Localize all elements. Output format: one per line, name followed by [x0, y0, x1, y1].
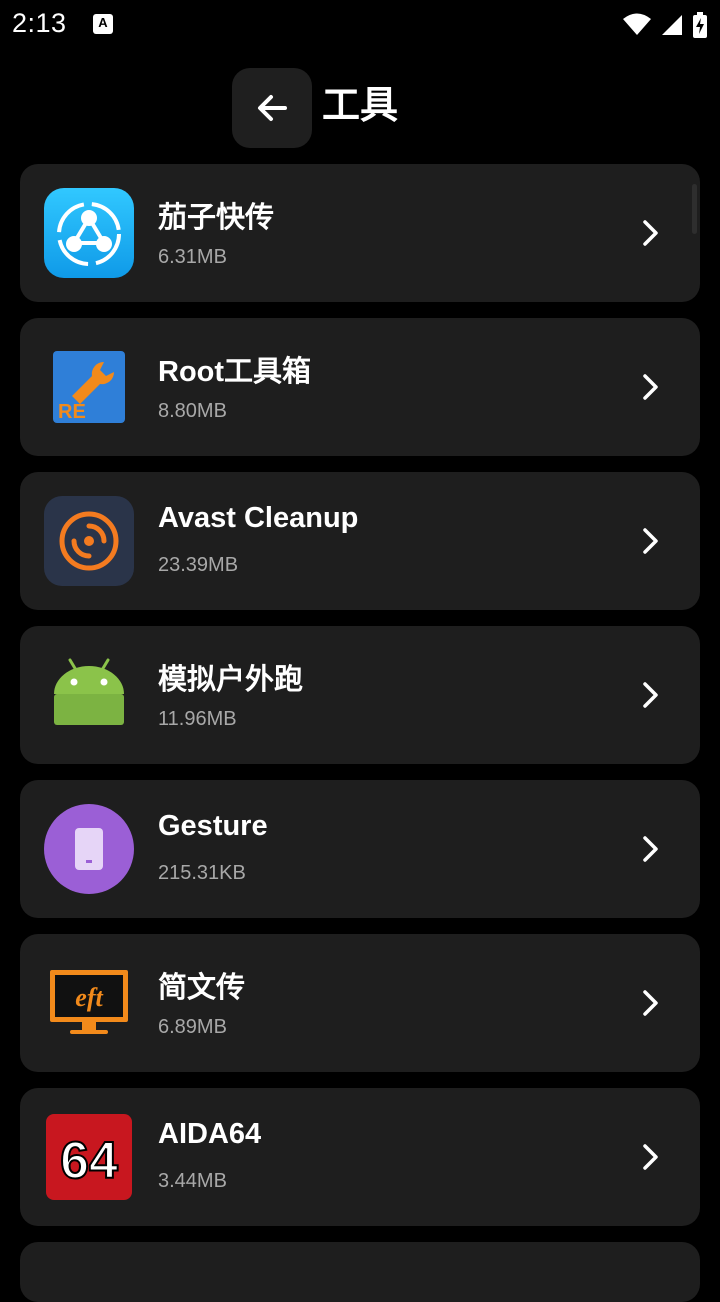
- android-icon: [54, 658, 124, 725]
- list-item[interactable]: RE Root工具箱 8.80MB: [20, 318, 700, 456]
- eft-monitor-icon: eft: [50, 970, 128, 1034]
- root-toolbox-icon: RE: [53, 351, 125, 423]
- app-name: Root工具箱: [158, 356, 312, 388]
- aida64-icon: 64: [46, 1114, 132, 1200]
- status-bar: 2:13 A: [0, 0, 720, 52]
- gesture-icon: [44, 804, 134, 894]
- arrow-left-icon: [258, 95, 287, 121]
- status-icons: [622, 12, 708, 38]
- app-name: Avast Cleanup: [158, 502, 359, 534]
- app-size: 215.31KB: [158, 862, 246, 884]
- list-item[interactable]: 茄子快传 6.31MB: [20, 164, 700, 302]
- list-item[interactable]: 64 AIDA64 3.44MB: [20, 1088, 700, 1226]
- battery-charging-icon: [693, 12, 707, 38]
- app-name: AIDA64: [158, 1118, 262, 1150]
- cell-signal-icon: [662, 15, 682, 35]
- list-item[interactable]: Gesture 215.31KB: [20, 780, 700, 918]
- chevron-right-icon: [643, 990, 658, 1016]
- chevron-right-icon: [643, 220, 658, 246]
- svg-text:RE: RE: [58, 401, 86, 423]
- svg-text:64: 64: [60, 1132, 118, 1190]
- svg-text:eft: eft: [75, 983, 103, 1012]
- list-item[interactable]: eft 简文传 6.89MB: [20, 934, 700, 1072]
- chevron-right-icon: [643, 374, 658, 400]
- list-item[interactable]: Avast Cleanup 23.39MB: [20, 472, 700, 610]
- avast-cleanup-icon: [44, 496, 134, 586]
- app-size: 3.44MB: [158, 1170, 227, 1192]
- list-item[interactable]: 模拟户外跑 11.96MB: [20, 626, 700, 764]
- shareit-icon: [44, 188, 134, 278]
- app-name: Gesture: [158, 810, 268, 842]
- list-item-partial[interactable]: [20, 1242, 700, 1302]
- chevron-right-icon: [643, 528, 658, 554]
- wifi-icon: [623, 13, 651, 35]
- app-size: 8.80MB: [158, 400, 227, 422]
- app-name: 模拟户外跑: [158, 664, 304, 696]
- app-size: 6.89MB: [158, 1016, 227, 1038]
- app-size: 6.31MB: [158, 246, 227, 268]
- back-button[interactable]: [232, 68, 312, 148]
- chevron-right-icon: [643, 1144, 658, 1170]
- chevron-right-icon: [643, 682, 658, 708]
- app-size: 23.39MB: [158, 554, 239, 576]
- status-time: 2:13: [12, 8, 67, 38]
- chevron-right-icon: [643, 836, 658, 862]
- app-name: 茄子快传: [158, 202, 275, 234]
- font-a-icon: A: [93, 14, 113, 34]
- scrollbar-thumb[interactable]: [692, 184, 697, 234]
- app-size: 11.96MB: [158, 708, 237, 730]
- page-title: 工具: [322, 85, 399, 127]
- app-list: 茄子快传 6.31MB RE Root工具箱 8.80MB Avast Clea…: [20, 164, 700, 1242]
- app-name: 简文传: [158, 972, 246, 1004]
- header: 工具: [0, 68, 720, 148]
